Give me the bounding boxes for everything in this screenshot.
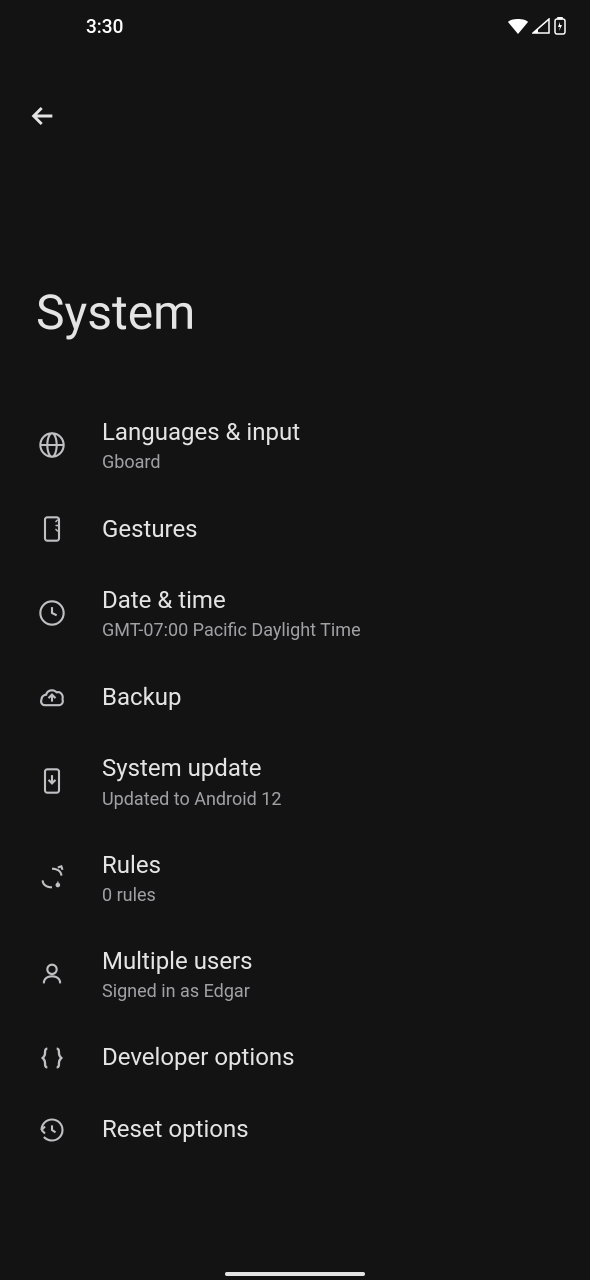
clock-icon xyxy=(36,597,68,629)
menu-item-title: System update xyxy=(102,753,554,784)
menu-item-subtitle: GMT-07:00 Pacific Daylight Time xyxy=(102,620,554,641)
phone-gesture-icon xyxy=(36,513,68,545)
menu-item-title: Date & time xyxy=(102,585,554,616)
battery-icon xyxy=(554,17,566,35)
menu-item-languages[interactable]: Languages & input Gboard xyxy=(20,397,570,493)
menu-item-title: Reset options xyxy=(102,1114,249,1145)
menu-item-gestures[interactable]: Gestures xyxy=(20,493,570,565)
reset-icon xyxy=(36,1114,68,1146)
menu-item-title: Rules xyxy=(102,850,554,881)
nav-bar-handle[interactable] xyxy=(225,1272,365,1276)
menu-item-system-update[interactable]: System update Updated to Android 12 xyxy=(20,733,570,829)
menu-item-title: Multiple users xyxy=(102,946,554,977)
menu-item-backup[interactable]: Backup xyxy=(20,661,570,733)
signal-icon xyxy=(532,18,550,34)
rules-icon xyxy=(36,862,68,894)
menu-item-subtitle: 0 rules xyxy=(102,885,554,906)
menu-item-reset-options[interactable]: Reset options xyxy=(20,1094,570,1166)
globe-icon xyxy=(36,429,68,461)
menu-item-datetime[interactable]: Date & time GMT-07:00 Pacific Daylight T… xyxy=(20,565,570,661)
status-bar: 3:30 xyxy=(0,0,590,52)
person-icon xyxy=(36,958,68,990)
page-title: System xyxy=(0,284,590,341)
menu-list: Languages & input Gboard Gestures Date &… xyxy=(0,397,590,1166)
back-arrow-icon xyxy=(27,100,59,132)
menu-item-title: Languages & input xyxy=(102,417,554,448)
status-icons xyxy=(508,17,566,35)
menu-item-subtitle: Updated to Android 12 xyxy=(102,789,554,810)
wifi-icon xyxy=(508,18,528,34)
menu-item-developer-options[interactable]: Developer options xyxy=(20,1022,570,1094)
menu-item-rules[interactable]: Rules 0 rules xyxy=(20,830,570,926)
braces-icon xyxy=(36,1042,68,1074)
menu-item-subtitle: Gboard xyxy=(102,452,554,473)
status-time: 3:30 xyxy=(86,15,123,38)
menu-item-subtitle: Signed in as Edgar xyxy=(102,981,554,1002)
menu-item-multiple-users[interactable]: Multiple users Signed in as Edgar xyxy=(20,926,570,1022)
menu-item-title: Backup xyxy=(102,682,181,713)
back-button[interactable] xyxy=(22,95,64,137)
phone-download-icon xyxy=(36,765,68,797)
menu-item-title: Gestures xyxy=(102,514,198,545)
cloud-upload-icon xyxy=(36,681,68,713)
menu-item-title: Developer options xyxy=(102,1042,295,1073)
